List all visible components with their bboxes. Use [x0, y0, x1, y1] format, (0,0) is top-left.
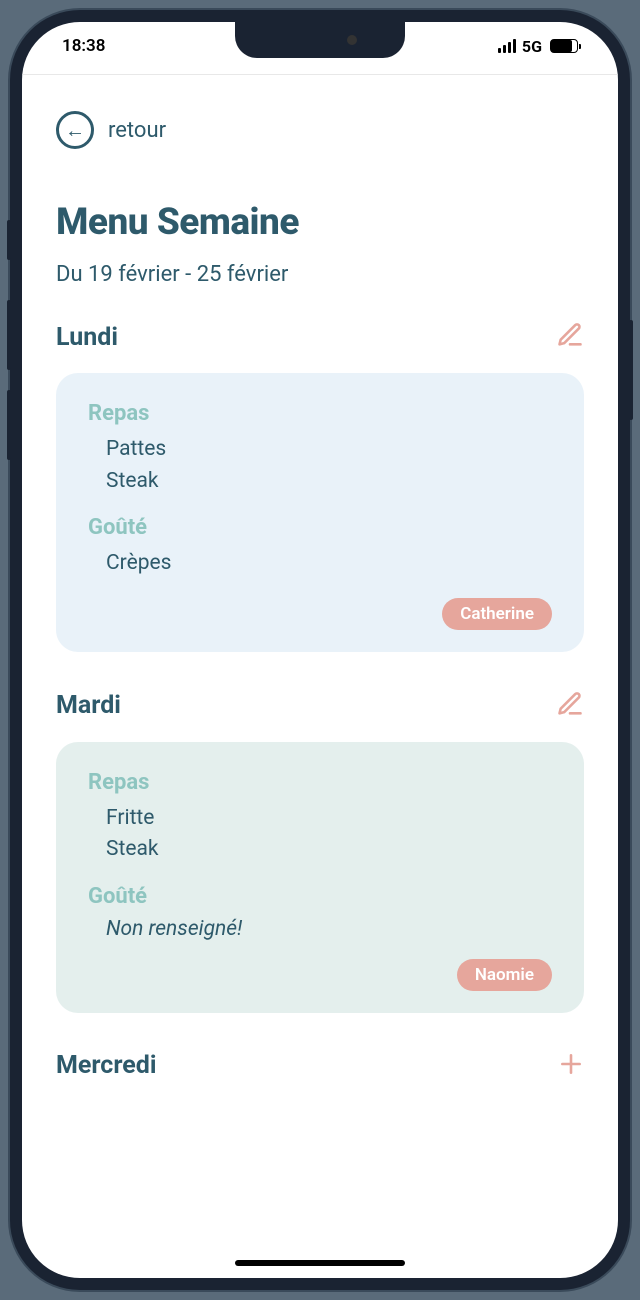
day-card-mardi: Repas Fritte Steak Goûté Non renseigné! …: [56, 742, 584, 1013]
phone-screen: 18:38 5G ← retour Menu Semaine: [22, 22, 618, 1278]
arrow-left-icon: ←: [56, 111, 94, 149]
back-label: retour: [108, 118, 166, 143]
content-area: ← retour Menu Semaine Du 19 février - 25…: [22, 75, 618, 1081]
day-name: Mercredi: [56, 1051, 156, 1080]
day-header-mardi: Mardi: [56, 690, 584, 722]
day-card-lundi: Repas Pattes Steak Goûté Crèpes Catherin…: [56, 373, 584, 652]
camera-dot: [347, 35, 357, 45]
day-header-lundi: Lundi: [56, 321, 584, 353]
meal-item: Steak: [106, 834, 552, 866]
notch: [235, 22, 405, 58]
day-name: Lundi: [56, 323, 118, 352]
snack-item: Crèpes: [106, 548, 552, 580]
side-button: [7, 220, 11, 260]
battery-icon: [550, 39, 578, 53]
assignee-badge: Naomie: [457, 959, 552, 991]
phone-frame: 18:38 5G ← retour Menu Semaine: [10, 10, 630, 1290]
day-header-mercredi: Mercredi: [56, 1051, 584, 1081]
snack-empty: Non renseigné!: [88, 917, 552, 941]
meal-item: Steak: [106, 466, 552, 498]
edit-icon[interactable]: [556, 321, 584, 353]
snack-list: Crèpes: [88, 548, 552, 580]
status-time: 18:38: [62, 36, 105, 56]
snack-section-label: Goûté: [88, 884, 552, 909]
volume-up-button: [7, 300, 11, 370]
home-indicator[interactable]: [235, 1260, 405, 1266]
meal-section-label: Repas: [88, 401, 552, 426]
edit-icon[interactable]: [556, 690, 584, 722]
back-button[interactable]: ← retour: [56, 111, 584, 149]
assignee-row: Catherine: [88, 598, 552, 630]
network-label: 5G: [522, 37, 542, 56]
status-right: 5G: [498, 37, 578, 56]
day-name: Mardi: [56, 691, 121, 720]
power-button: [629, 320, 633, 420]
date-range: Du 19 février - 25 février: [56, 262, 584, 287]
meal-item: Pattes: [106, 434, 552, 466]
page-title: Menu Semaine: [56, 201, 584, 244]
meal-list: Fritte Steak: [88, 803, 552, 866]
volume-down-button: [7, 390, 11, 460]
plus-icon[interactable]: [558, 1051, 584, 1081]
meal-section-label: Repas: [88, 770, 552, 795]
meal-item: Fritte: [106, 803, 552, 835]
assignee-badge: Catherine: [442, 598, 552, 630]
assignee-row: Naomie: [88, 959, 552, 991]
snack-section-label: Goûté: [88, 515, 552, 540]
signal-icon: [498, 39, 516, 53]
meal-list: Pattes Steak: [88, 434, 552, 497]
